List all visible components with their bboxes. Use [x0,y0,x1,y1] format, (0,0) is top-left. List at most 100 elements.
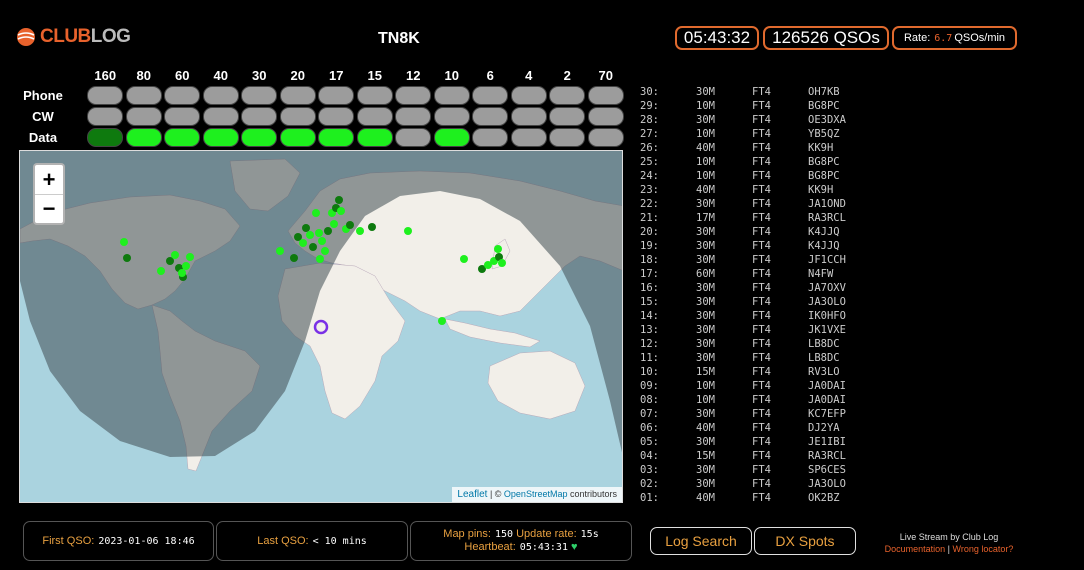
band-header-2: 2 [563,68,571,83]
log-band: 30M [696,408,715,420]
log-band: 30M [696,464,715,476]
mode-label-cw: CW [32,109,54,124]
log-row[interactable]: 11: 30M FT4 LB8DC [640,351,880,365]
log-callsign: OE3DXA [808,114,846,126]
leaflet-link[interactable]: Leaflet [457,489,487,500]
wrong-locator-link[interactable]: Wrong locator? [953,544,1014,554]
band-indicator-cw-20 [279,107,316,126]
band-header-4: 4 [525,68,533,83]
log-row[interactable]: 09: 10M FT4 JA0DAI [640,379,880,393]
log-row[interactable]: 25: 10M FT4 BG8PC [640,155,880,169]
log-row[interactable]: 01: 40M FT4 OK2BZ [640,491,880,505]
log-mode: FT4 [752,478,771,490]
dx-spots-button[interactable]: DX Spots [754,527,856,555]
log-row[interactable]: 07: 30M FT4 KC7EFP [640,407,880,421]
band-indicator-cw-160 [87,107,123,126]
qso-rate: Rate: 6.7 QSOs/min [892,26,1017,50]
update-rate-value: 15s [580,529,599,540]
log-row[interactable]: 03: 30M FT4 SP6CES [640,463,880,477]
log-row[interactable]: 15: 30M FT4 JA3OLO [640,295,880,309]
log-row[interactable]: 12: 30M FT4 LB8DC [640,337,880,351]
band-indicator-phone-15 [356,86,393,105]
log-row[interactable]: 10: 15M FT4 RV3LO [640,365,880,379]
log-band: 30M [696,114,715,126]
log-mode: FT4 [752,492,771,504]
band-header-60: 60 [175,68,190,83]
log-number: 06: [640,422,659,434]
band-indicator-cw-2 [549,107,585,126]
log-row[interactable]: 02: 30M FT4 JA3OLO [640,477,880,491]
band-indicator-phone-4 [510,86,547,105]
log-callsign: JE1IBI [808,436,846,448]
log-row[interactable]: 30: 30M FT4 OH7KB [640,85,880,99]
log-callsign: LB8DC [808,338,840,350]
log-row[interactable]: 08: 10M FT4 JA0DAI [640,393,880,407]
documentation-link[interactable]: Documentation [885,544,946,554]
band-header-row: 160 80 60 40 30 20 17 15 12 10 6 4 2 70 [86,68,625,83]
last-qso-label: Last QSO: [257,535,309,547]
log-band: 40M [696,184,715,196]
qso-map[interactable]: + − Leaflet | © OpenStreetMap contributo… [19,150,623,503]
log-band: 40M [696,142,715,154]
log-row[interactable]: 21: 17M FT4 RA3RCL [640,211,880,225]
band-indicator-data-60 [164,128,200,147]
log-number: 12: [640,338,659,350]
log-row[interactable]: 22: 30M FT4 JA1OND [640,197,880,211]
log-row[interactable]: 19: 30M FT4 K4JJQ [640,239,880,253]
log-number: 19: [640,240,659,252]
band-indicator-cw-17 [318,107,354,126]
log-row[interactable]: 28: 30M FT4 OE3DXA [640,113,880,127]
log-row[interactable]: 27: 10M FT4 YB5QZ [640,127,880,141]
log-number: 02: [640,478,659,490]
log-number: 04: [640,450,659,462]
log-search-button[interactable]: Log Search [650,527,752,555]
zoom-in-button[interactable]: + [35,165,63,194]
log-callsign: JA0DAI [808,380,846,392]
log-row[interactable]: 20: 30M FT4 K4JJQ [640,225,880,239]
log-callsign: BG8PC [808,156,840,168]
rate-value: 6.7 [934,32,953,44]
log-row[interactable]: 26: 40M FT4 KK9H [640,141,880,155]
log-row[interactable]: 17: 60M FT4 N4FW [640,267,880,281]
live-stream-credit: Live Stream by Club Log [899,532,999,542]
band-indicator-data-70 [587,128,624,147]
band-indicator-phone-2 [549,86,585,105]
band-header-12: 12 [406,68,421,83]
log-row[interactable]: 04: 15M FT4 RA3RCL [640,449,880,463]
log-row[interactable]: 24: 10M FT4 BG8PC [640,169,880,183]
band-indicator-phone-17 [318,86,354,105]
log-mode: FT4 [752,268,771,280]
log-mode: FT4 [752,226,771,238]
band-indicator-cw-12 [395,107,431,126]
band-indicator-phone-10 [433,86,470,105]
log-mode: FT4 [752,436,771,448]
log-row[interactable]: 18: 30M FT4 JF1CCH [640,253,880,267]
logo-text: CLUBLOG [40,26,131,47]
log-row[interactable]: 05: 30M FT4 JE1IBI [640,435,880,449]
log-band: 30M [696,310,715,322]
log-row[interactable]: 16: 30M FT4 JA7OXV [640,281,880,295]
log-row[interactable]: 14: 30M FT4 IK0HFO [640,309,880,323]
zoom-out-button[interactable]: − [35,194,63,223]
log-mode: FT4 [752,240,771,252]
log-number: 14: [640,310,659,322]
utc-clock: 05:43:32 [675,26,759,50]
log-band: 17M [696,212,715,224]
log-row[interactable]: 29: 10M FT4 BG8PC [640,99,880,113]
band-indicator-cw-40 [202,107,239,126]
last-qso-box: Last QSO: < 10 mins [216,521,408,561]
mode-label-phone: Phone [23,88,63,103]
log-row[interactable]: 23: 40M FT4 KK9H [640,183,880,197]
log-number: 13: [640,324,659,336]
log-row[interactable]: 13: 30M FT4 JK1VXE [640,323,880,337]
log-band: 40M [696,422,715,434]
log-number: 26: [640,142,659,154]
osm-link[interactable]: OpenStreetMap [504,489,568,499]
first-qso-box: First QSO: 2023-01-06 18:46 [23,521,214,561]
log-row[interactable]: 06: 40M FT4 DJ2YA [640,421,880,435]
clublog-logo[interactable]: CLUBLOG [16,26,131,48]
log-band: 30M [696,296,715,308]
map-pins-value: 150 [494,529,514,540]
log-callsign: YB5QZ [808,128,840,140]
log-number: 05: [640,436,659,448]
